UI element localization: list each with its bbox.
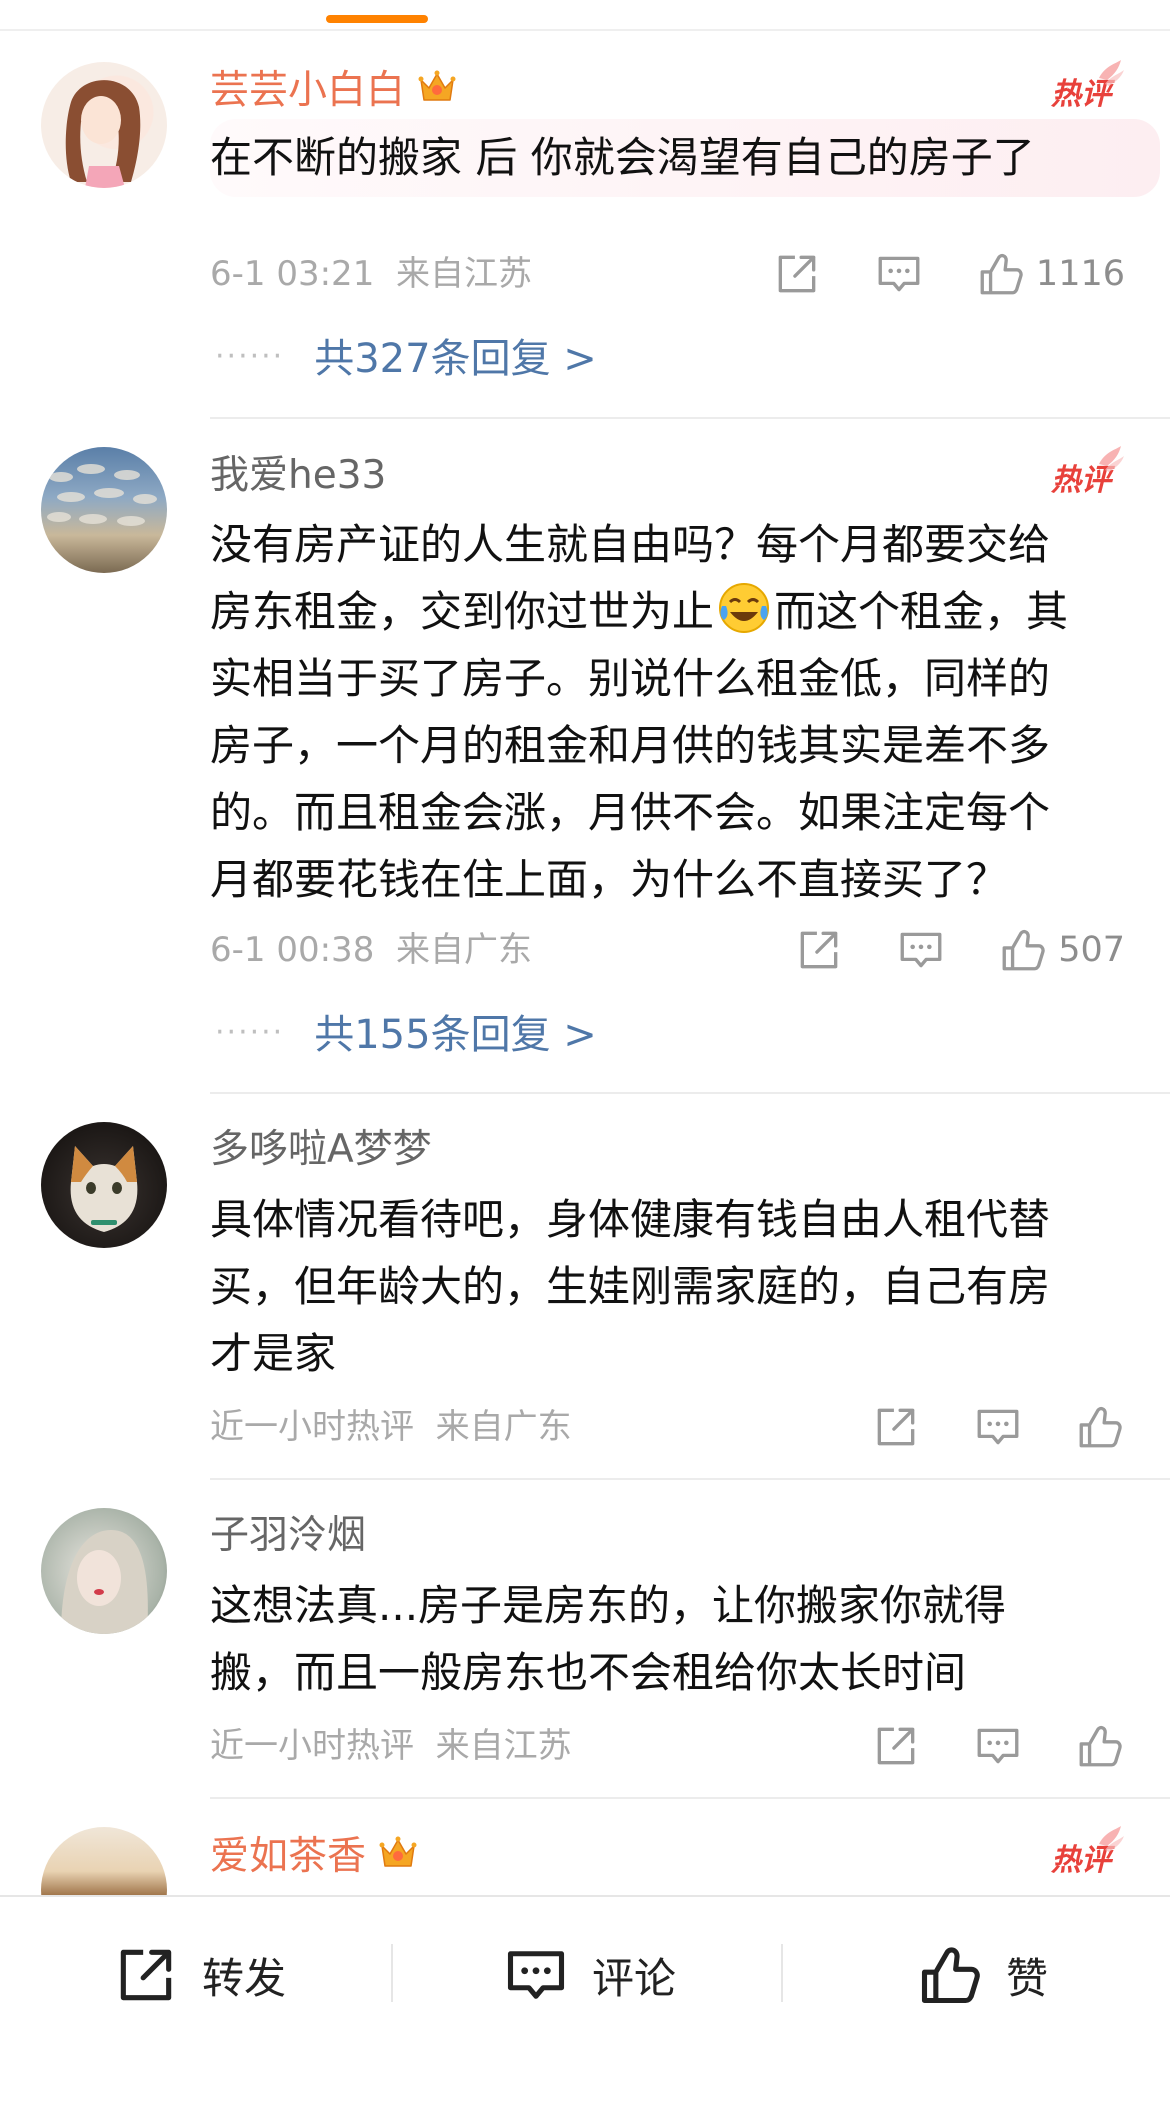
like-count: 507 (1058, 930, 1125, 970)
avatar[interactable] (41, 447, 167, 573)
comment-button[interactable]: 评论 (502, 1940, 676, 2010)
comment-icon[interactable] (973, 1721, 1023, 1771)
username[interactable]: 爱如茶香 (210, 1832, 418, 1881)
share-icon[interactable] (871, 1402, 921, 1452)
vip-crown-icon (417, 66, 457, 106)
comment-meta: 近一小时热评 来自江苏 (210, 1726, 572, 1766)
laugh-cry-emoji (719, 583, 770, 633)
comment-text: 这想法真...房子是房东的，让你搬家你就得 搬，而且一般房东也不会租给你太长时间 (210, 1581, 1007, 1697)
thumbs-up-icon (916, 1941, 984, 2009)
avatar[interactable] (41, 1122, 167, 1248)
avatar[interactable] (41, 1508, 167, 1634)
avatar[interactable] (41, 62, 167, 188)
comment-text: 具体情况看待吧，身体健康有钱自由人租代替 买，但年龄大的，生娃刚需家庭的，自己有… (210, 1195, 1051, 1378)
divider (781, 1944, 783, 2002)
repost-button[interactable]: 转发 (112, 1940, 286, 2010)
thumbs-up-icon[interactable] (1075, 1721, 1125, 1771)
vip-crown-icon (378, 1832, 418, 1872)
hot-comment-badge-icon (1049, 1824, 1125, 1880)
share-icon (112, 1941, 180, 2009)
username[interactable]: 我爱he33 (210, 452, 386, 500)
repost-label: 转发 (202, 1953, 287, 2003)
thumbs-up-icon[interactable] (1075, 1402, 1125, 1452)
comment-label: 评论 (592, 1953, 677, 2003)
like-button[interactable]: 赞 (916, 1940, 1048, 2010)
comment-meta: 6-1 03:21 来自江苏 (210, 254, 532, 294)
divider (210, 1478, 1170, 1480)
username[interactable]: 芸芸小白白 (210, 66, 457, 115)
divider (210, 1797, 1170, 1799)
thumbs-up-icon[interactable] (998, 925, 1048, 975)
comment-icon[interactable] (973, 1402, 1023, 1452)
bottom-action-bar: 转发 评论 赞 (0, 1895, 1170, 2116)
comment-icon[interactable] (896, 925, 946, 975)
username[interactable]: 多哆啦A梦梦 (210, 1126, 432, 1174)
comment-icon[interactable] (874, 249, 924, 299)
divider (391, 1944, 393, 2002)
like-label: 赞 (1006, 1953, 1049, 2003)
share-icon[interactable] (871, 1721, 921, 1771)
username[interactable]: 子羽泠烟 (210, 1512, 366, 1560)
comment-meta: 6-1 00:38 来自广东 (210, 930, 532, 970)
share-icon[interactable] (794, 925, 844, 975)
comment-text: 在不断的搬家 后 你就会渴望有自己的房子了 (210, 119, 1160, 197)
comment-icon (502, 1941, 570, 2009)
like-count: 1116 (1035, 254, 1125, 294)
active-tab-indicator (326, 15, 428, 23)
comment-meta: 近一小时热评 来自广东 (210, 1407, 572, 1447)
top-divider (0, 29, 1170, 31)
hot-comment-badge-icon (1049, 444, 1125, 500)
thumbs-up-icon[interactable] (976, 249, 1026, 299)
divider (210, 417, 1170, 419)
divider (210, 1092, 1170, 1094)
share-icon[interactable] (772, 249, 822, 299)
view-replies-link[interactable]: ······ 共327条回复 > (215, 332, 597, 384)
hot-comment-badge-icon (1049, 58, 1125, 114)
comment-text: 没有房产证的人生就自由吗？每个月都要交给 房东租金，交到你过世为止 而这个租金，其… (210, 520, 1069, 904)
view-replies-link[interactable]: ······ 共155条回复 > (215, 1008, 597, 1060)
